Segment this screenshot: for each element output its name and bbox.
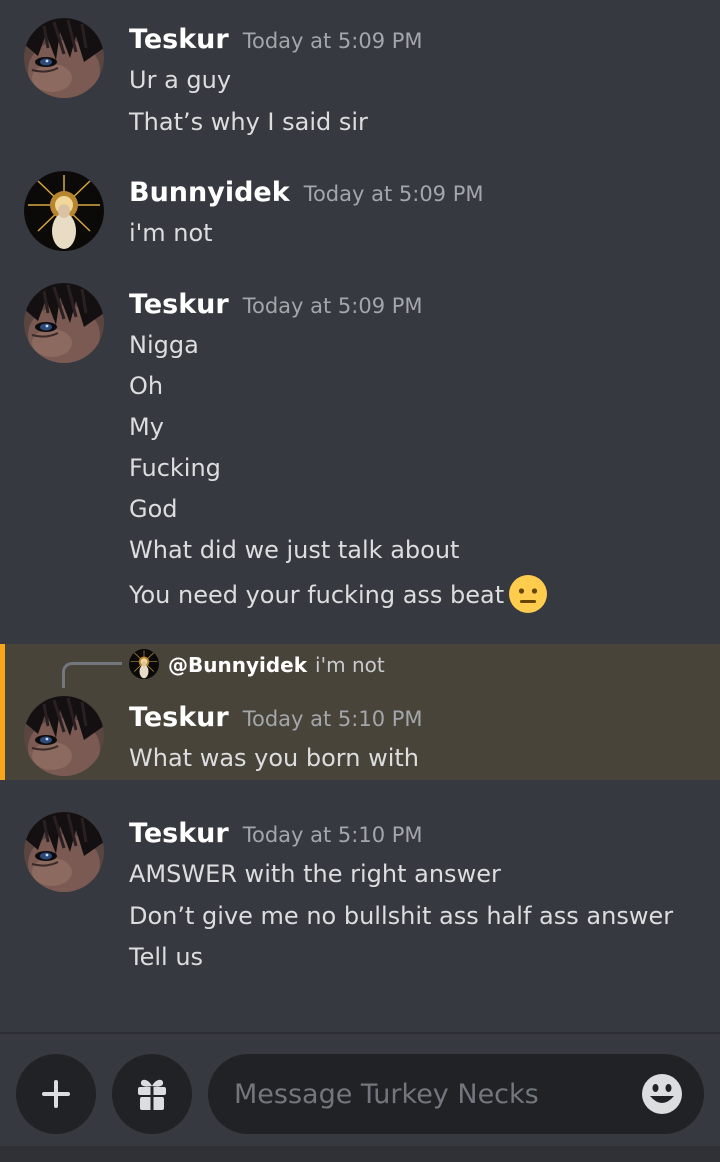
message-author[interactable]: Teskur	[129, 818, 229, 849]
message-text: That’s why I said sir	[129, 108, 368, 136]
message-header: Teskur Today at 5:10 PM	[129, 702, 423, 742]
reply-avatar[interactable]	[129, 649, 159, 679]
avatar[interactable]	[24, 812, 104, 892]
reply-author[interactable]: @Bunnyidek	[168, 653, 307, 677]
message-list[interactable]: Teskur Today at 5:09 PM Ur a guy That’s w…	[0, 0, 720, 1032]
message-input[interactable]	[234, 1054, 624, 1134]
message-text: i'm not	[129, 219, 213, 247]
reply-text: i'm not	[315, 653, 385, 677]
message-timestamp: Today at 5:09 PM	[242, 294, 423, 318]
message-text: Nigga	[129, 331, 199, 359]
add-attachment-button[interactable]	[16, 1054, 96, 1134]
emoji-smile-icon	[642, 1074, 682, 1114]
message-text: Fucking	[129, 454, 221, 482]
neutral-face-emoji-icon[interactable]	[508, 574, 548, 614]
message-text: Tell us	[129, 943, 204, 971]
reply-spine-icon	[62, 662, 122, 688]
avatar[interactable]	[24, 18, 104, 98]
message-composer	[0, 1032, 720, 1162]
bottom-edge	[0, 1146, 720, 1162]
gift-button[interactable]	[112, 1054, 192, 1134]
message-text: Don’t give me no bullshit ass half ass a…	[129, 902, 674, 930]
message-header: Teskur Today at 5:09 PM	[129, 289, 423, 329]
avatar[interactable]	[24, 696, 104, 776]
message-text: You need your fucking ass beat	[129, 581, 505, 609]
message-timestamp: Today at 5:10 PM	[242, 707, 423, 731]
avatar[interactable]	[24, 283, 104, 363]
message-author[interactable]: Teskur	[129, 289, 229, 320]
message-timestamp: Today at 5:09 PM	[303, 182, 484, 206]
message-author[interactable]: Teskur	[129, 702, 229, 733]
message-header: Teskur Today at 5:10 PM	[129, 818, 423, 858]
message-text: What did we just talk about	[129, 536, 460, 564]
message-timestamp: Today at 5:09 PM	[242, 29, 423, 53]
message-timestamp: Today at 5:10 PM	[242, 823, 423, 847]
message-text: What was you born with	[129, 744, 420, 772]
message-text: My	[129, 413, 164, 441]
message-text: Oh	[129, 372, 164, 400]
message-line-with-emoji: You need your fucking ass beat	[129, 574, 548, 616]
reply-preview[interactable]: @Bunnyidek i'm not	[168, 651, 385, 679]
avatar[interactable]	[24, 171, 104, 251]
message-author[interactable]: Bunnyidek	[129, 177, 290, 208]
gift-icon	[138, 1079, 166, 1110]
chat-screen: Teskur Today at 5:09 PM Ur a guy That’s w…	[0, 0, 720, 1162]
plus-icon	[42, 1080, 70, 1108]
message-text: God	[129, 495, 178, 523]
message-text: AMSWER with the right answer	[129, 860, 501, 888]
mention-highlight-bar	[0, 644, 5, 780]
emoji-picker-button[interactable]	[640, 1072, 684, 1116]
message-author[interactable]: Teskur	[129, 24, 229, 55]
message-text: Ur a guy	[129, 66, 232, 94]
message-header: Bunnyidek Today at 5:09 PM	[129, 177, 484, 217]
message-input-container[interactable]	[208, 1054, 704, 1134]
message-header: Teskur Today at 5:09 PM	[129, 24, 423, 64]
